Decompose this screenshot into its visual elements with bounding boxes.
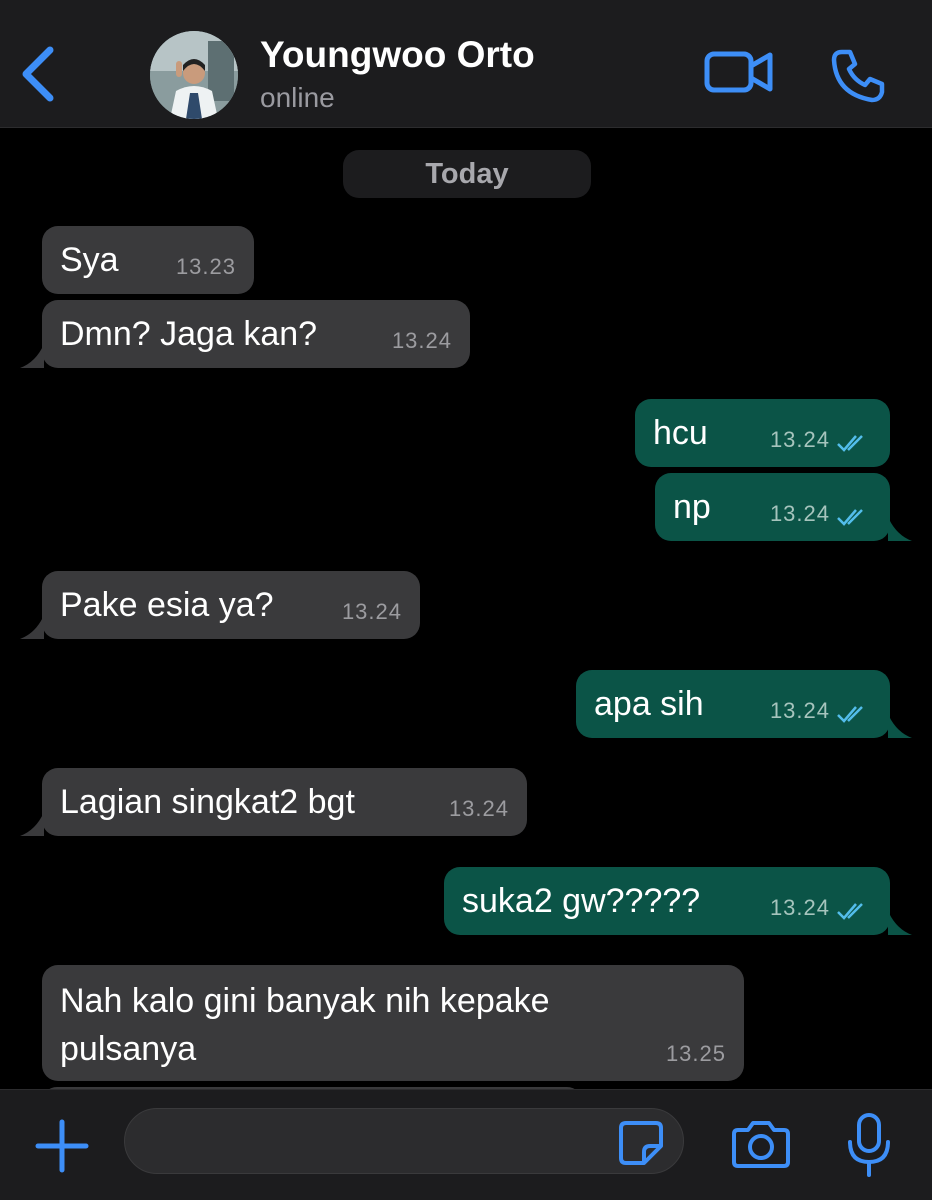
- double-check-icon: [837, 509, 863, 526]
- composer-bar: [0, 1089, 932, 1200]
- incoming-message[interactable]: Nah kalo gini banyak nih kepake pulsanya…: [42, 965, 744, 1081]
- sticker-icon[interactable]: [618, 1120, 664, 1166]
- message-text: apa sih: [594, 685, 704, 723]
- double-check-icon: [837, 435, 863, 452]
- message-time: 13.24: [341, 599, 402, 624]
- incoming-message[interactable]: Pake esia ya? 13.24: [20, 571, 420, 639]
- bubble-tail: [20, 812, 44, 836]
- chat-header: Youngwoo Orto online: [0, 0, 932, 128]
- incoming-message[interactable]: Lagian singkat2 bgt 13.24: [20, 768, 527, 836]
- message-text: Nah kalo gini banyak nih kepake pulsanya: [60, 982, 550, 1068]
- message-time: 13.24: [769, 501, 830, 526]
- phone-icon[interactable]: [830, 48, 886, 104]
- outgoing-message[interactable]: apa sih 13.24: [576, 670, 912, 738]
- plus-icon[interactable]: [34, 1118, 90, 1174]
- message-text: suka2 gw?????: [462, 882, 701, 920]
- message-text: Lagian singkat2 bgt: [60, 783, 355, 821]
- message-text: Pake esia ya?: [60, 586, 274, 624]
- bubble-tail: [888, 714, 912, 738]
- contact-name[interactable]: Youngwoo Orto: [260, 34, 535, 76]
- double-check-icon: [837, 706, 863, 723]
- message-text: Sya: [60, 241, 119, 279]
- message-time: 13.24: [391, 328, 452, 353]
- message-input[interactable]: [124, 1108, 684, 1174]
- contact-status: online: [260, 82, 335, 113]
- outgoing-message[interactable]: np 13.24: [655, 473, 912, 541]
- message-list[interactable]: Today Sya 13.23 Dmn? Jaga kan? 13.24 hcu…: [0, 129, 932, 1089]
- incoming-message[interactable]: Dmn? Jaga kan? 13.24: [20, 300, 470, 368]
- avatar[interactable]: [150, 31, 238, 119]
- bubble-tail: [888, 911, 912, 935]
- message-time: 13.25: [665, 1041, 726, 1066]
- microphone-icon[interactable]: [846, 1112, 892, 1178]
- outgoing-message[interactable]: hcu 13.24: [635, 399, 890, 467]
- message-time: 13.24: [769, 895, 830, 920]
- message-text: Dmn? Jaga kan?: [60, 315, 318, 353]
- message-time: 13.24: [769, 698, 830, 723]
- message-time: 13.24: [448, 796, 509, 821]
- bubble-tail: [888, 517, 912, 541]
- video-camera-icon[interactable]: [704, 48, 774, 96]
- camera-icon[interactable]: [732, 1118, 790, 1170]
- message-time: 13.23: [175, 254, 236, 279]
- bubble-tail: [20, 344, 44, 368]
- incoming-message[interactable]: Sya 13.23: [42, 226, 254, 294]
- double-check-icon: [837, 903, 863, 920]
- date-separator: Today: [343, 150, 591, 198]
- bubble-tail: [20, 615, 44, 639]
- outgoing-message[interactable]: suka2 gw????? 13.24: [444, 867, 912, 935]
- message-time: 13.24: [769, 427, 830, 452]
- message-text: np: [673, 488, 711, 526]
- chevron-left-icon[interactable]: [16, 42, 60, 106]
- message-text: hcu: [653, 414, 708, 452]
